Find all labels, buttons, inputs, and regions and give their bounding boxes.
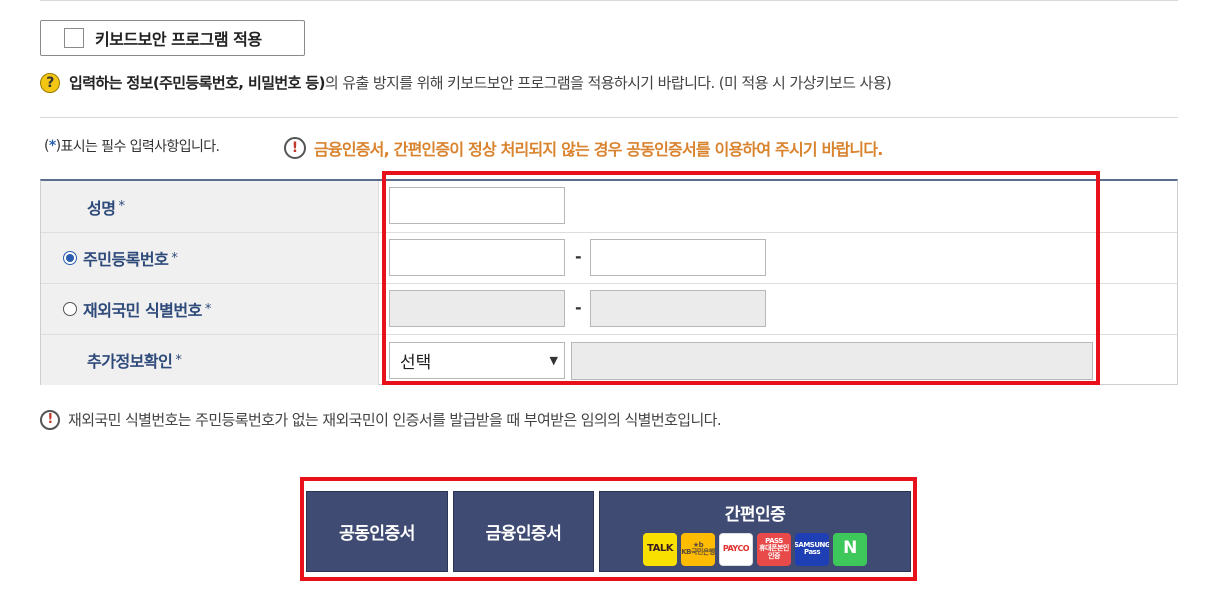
footnote-text: 재외국민 식별번호는 주민등록번호가 없는 재외국민이 인증서를 발급받을 때 …	[68, 411, 722, 429]
certificate-warning: ! 금융인증서, 간편인증이 정상 처리되지 않는 경우 공동인증서를 이용하여…	[284, 136, 883, 160]
required-star-icon: *	[175, 352, 182, 368]
extra-info-select-value: 선택	[400, 353, 432, 373]
joint-certificate-label: 공동인증서	[339, 524, 415, 544]
identity-form: 성명 * 주민등록번호 * - 재외국민 식별번호 * - 추가정보확인 * 선택 ▼	[40, 179, 1178, 385]
required-star-icon: *	[171, 250, 178, 266]
keyboard-security-label: 키보드보안 프로그램 적용	[95, 30, 262, 49]
row-extra-info: 추가정보확인 * 선택 ▼	[41, 334, 1177, 385]
simple-auth-label: 간편인증	[724, 504, 786, 525]
notice-bold-text: 입력하는 정보(주민등록번호, 비밀번호 등)	[69, 74, 325, 92]
resident-number-back-input[interactable]	[590, 239, 766, 276]
overseas-label: 재외국민 식별번호	[83, 301, 202, 320]
warning-text: 금융인증서, 간편인증이 정상 처리되지 않는 경우 공동인증서를 이용하여 주…	[314, 140, 883, 159]
overseas-id-front-input[interactable]	[389, 290, 565, 327]
section-divider	[40, 117, 1178, 118]
extra-info-input[interactable]	[571, 342, 1093, 380]
name-input[interactable]	[389, 187, 565, 224]
simple-auth-icons: TALK ★b KB국민은행 PAYCO PASS 휴대폰본인인증 SAMSUNG Pa…	[643, 532, 867, 566]
required-star-icon: *	[204, 301, 212, 317]
extra-label: 추가정보확인	[87, 352, 173, 371]
exclamation-icon: !	[40, 409, 60, 430]
naver-icon[interactable]: N	[833, 532, 867, 566]
resident-dash: -	[575, 247, 582, 266]
joint-certificate-button[interactable]: 공동인증서	[306, 491, 448, 572]
keyboard-security-toggle[interactable]: 키보드보안 프로그램 적용	[40, 20, 305, 56]
resident-label-cell: 주민등록번호 *	[41, 233, 379, 283]
required-fields-note: (*) 표시는 필수 입력사항입니다.	[44, 136, 220, 156]
row-name: 성명 *	[41, 181, 1177, 232]
overseas-dash: -	[575, 298, 582, 317]
payco-icon[interactable]: PAYCO	[719, 532, 753, 566]
overseas-footnote: ! 재외국민 식별번호는 주민등록번호가 없는 재외국민이 인증서를 발급받을 …	[40, 409, 722, 430]
simple-auth-button[interactable]: 간편인증 TALK ★b KB국민은행 PAYCO PASS 휴대폰본인인증 SAMSU…	[599, 491, 911, 572]
extra-label-cell: 추가정보확인 *	[41, 335, 379, 385]
row-resident-number: 주민등록번호 * -	[41, 232, 1177, 283]
name-label: 성명	[87, 198, 116, 218]
notice-text: 의 유출 방지를 위해 키보드보안 프로그램을 적용하시기 바랍니다. (미 적…	[324, 74, 892, 92]
exclamation-icon: !	[284, 137, 306, 159]
kakaotalk-icon[interactable]: TALK	[643, 532, 677, 566]
overseas-label-cell: 재외국민 식별번호 *	[41, 284, 379, 334]
chevron-down-icon: ▼	[549, 354, 558, 367]
required-mark: *	[48, 138, 56, 154]
overseas-radio[interactable]	[63, 302, 77, 316]
overseas-id-back-input[interactable]	[590, 290, 766, 327]
required-note-text: 표시는 필수 입력사항입니다.	[60, 139, 220, 155]
keyboard-security-checkbox[interactable]	[64, 28, 84, 48]
row-overseas-id: 재외국민 식별번호 * -	[41, 283, 1177, 334]
finance-certificate-button[interactable]: 금융인증서	[453, 491, 594, 572]
resident-label: 주민등록번호	[83, 250, 169, 269]
samsung-pass-icon[interactable]: SAMSUNG Pass	[795, 532, 829, 566]
finance-certificate-label: 금융인증서	[485, 524, 562, 544]
top-divider	[40, 0, 1178, 1]
question-icon: ?	[40, 72, 60, 93]
name-label-cell: 성명 *	[41, 181, 379, 232]
security-notice: ? 입력하는 정보(주민등록번호, 비밀번호 등) 의 유출 방지를 위해 키보드…	[40, 72, 892, 93]
resident-radio[interactable]	[63, 251, 77, 265]
required-star-icon: *	[118, 199, 125, 214]
extra-info-select[interactable]: 선택 ▼	[389, 342, 565, 379]
pass-icon[interactable]: PASS 휴대폰본인인증	[757, 532, 791, 566]
kb-icon[interactable]: ★b KB국민은행	[681, 532, 715, 566]
resident-number-front-input[interactable]	[389, 239, 565, 276]
